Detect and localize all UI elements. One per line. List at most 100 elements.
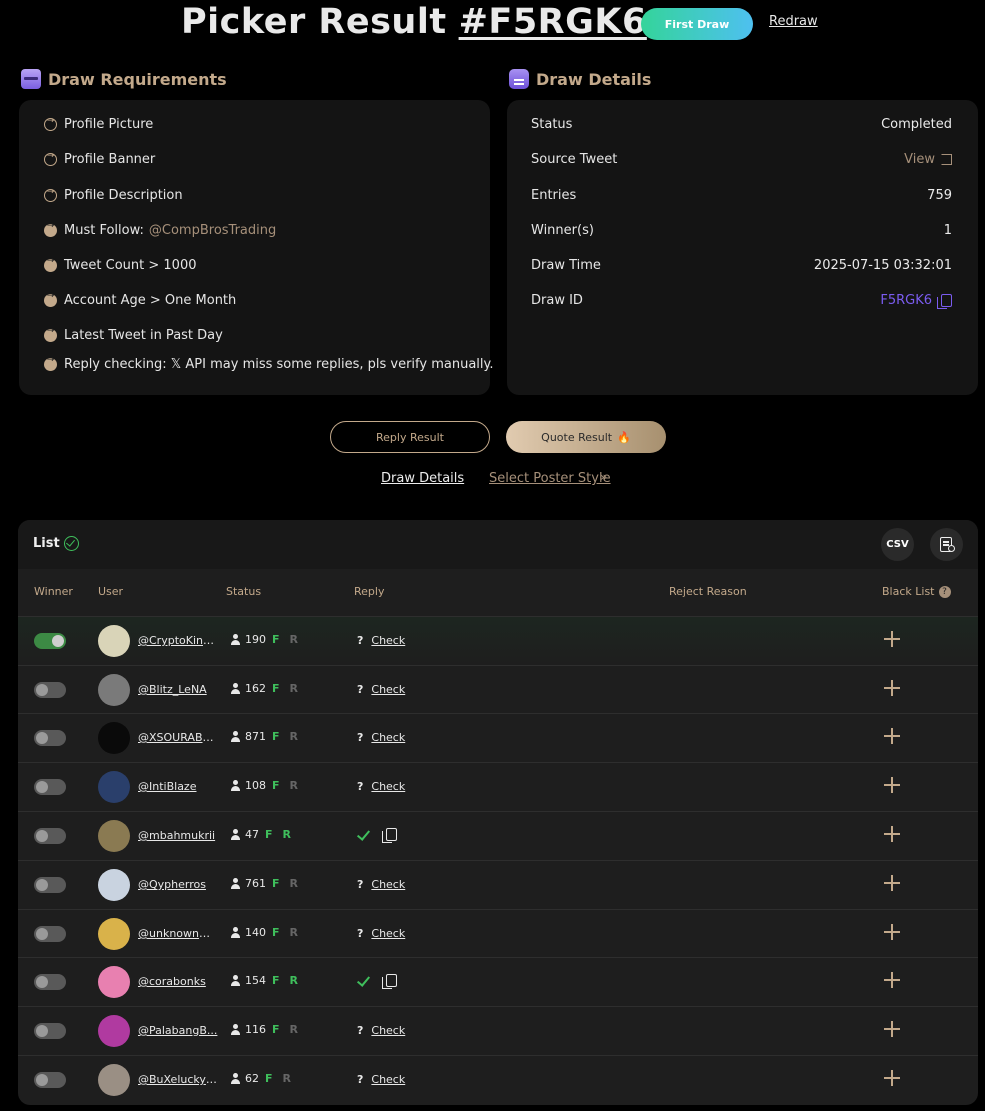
avatar	[98, 869, 130, 901]
username-link[interactable]: @BuXelucky74	[138, 1073, 218, 1086]
table-row: @IntiBlaze 108 F R? Check	[18, 762, 978, 811]
copy-icon[interactable]	[937, 294, 952, 309]
check-reply-link[interactable]: Check	[371, 780, 405, 793]
username-link[interactable]: @Qypherros	[138, 878, 218, 891]
requirement-label: Must Follow:	[64, 223, 144, 238]
gear-icon	[948, 545, 955, 552]
add-to-blacklist-plus-icon[interactable]	[884, 924, 900, 940]
detail-label: Entries	[531, 188, 577, 203]
report-settings-button[interactable]	[930, 528, 963, 561]
select-poster-style-link[interactable]: Select Poster Style	[489, 471, 611, 486]
user-icon	[230, 975, 241, 986]
draw-details-link[interactable]: Draw Details	[381, 471, 464, 486]
username-link[interactable]: @XSOURABH...	[138, 731, 218, 744]
check-icon	[356, 828, 370, 842]
help-icon[interactable]: ?	[938, 586, 951, 598]
winner-toggle[interactable]	[34, 1023, 66, 1039]
username-link[interactable]: @unknownm...	[138, 927, 218, 940]
add-to-blacklist-plus-icon[interactable]	[884, 777, 900, 793]
username-link[interactable]: @IntiBlaze	[138, 780, 218, 793]
status-cell: 162 F R	[230, 682, 298, 695]
detail-label: Winner(s)	[531, 223, 594, 238]
detail-value: 759	[927, 188, 952, 203]
requirements-heading: Draw Requirements	[21, 69, 227, 89]
column-header-status: Status	[226, 585, 262, 598]
requirement-item: Account Age > One Month	[44, 291, 237, 308]
user-icon	[230, 731, 241, 742]
redraw-link[interactable]: Redraw	[769, 14, 818, 29]
check-reply-link[interactable]: Check	[371, 927, 405, 940]
winner-toggle[interactable]	[34, 730, 66, 746]
follower-count: 62	[245, 1072, 259, 1085]
copy-icon[interactable]	[382, 974, 397, 989]
username-link[interactable]: @corabonks	[138, 975, 218, 988]
add-to-blacklist-plus-icon[interactable]	[884, 680, 900, 696]
reply-flag: R	[289, 877, 298, 890]
follower-count: 871	[245, 730, 266, 743]
user-icon	[230, 878, 241, 889]
check-reply-link[interactable]: Check	[371, 1024, 405, 1037]
add-to-blacklist-plus-icon[interactable]	[884, 972, 900, 988]
check-reply-link[interactable]: Check	[371, 878, 405, 891]
requirement-label: Account Age > One Month	[64, 293, 237, 308]
header: Picker Result #F5RGK6 First Draw Redraw	[0, 0, 985, 50]
detail-row: Draw Time 2025-07-15 03:32:01	[531, 258, 952, 273]
check-reply-link[interactable]: Check	[371, 731, 405, 744]
arrow-circle-icon	[44, 151, 57, 166]
requirement-label: Profile Banner	[64, 152, 156, 167]
detail-label: Draw Time	[531, 258, 601, 273]
winner-toggle[interactable]	[34, 926, 66, 942]
add-to-blacklist-plus-icon[interactable]	[884, 875, 900, 891]
winner-toggle[interactable]	[34, 633, 66, 649]
check-reply-link[interactable]: Check	[371, 634, 405, 647]
add-to-blacklist-plus-icon[interactable]	[884, 631, 900, 647]
list-panel: List CSV Winner User Status Reply Reject…	[18, 520, 978, 1105]
table-row: @Qypherros 761 F R? Check	[18, 860, 978, 909]
quote-result-button[interactable]: Quote Result 🔥	[506, 421, 666, 453]
column-header-user: User	[98, 585, 124, 598]
reply-result-button[interactable]: Reply Result	[330, 421, 490, 453]
winner-toggle[interactable]	[34, 974, 66, 990]
username-link[interactable]: @PalabangB...	[138, 1024, 218, 1037]
follower-count: 116	[245, 1023, 266, 1036]
add-to-blacklist-plus-icon[interactable]	[884, 1021, 900, 1037]
page-title: Picker Result #F5RGK6	[181, 2, 647, 42]
source-tweet-view-link[interactable]: View	[904, 152, 952, 167]
avatar	[98, 771, 130, 803]
reply-cell: ? Check	[357, 683, 405, 696]
status-cell: 62 F R	[230, 1072, 291, 1085]
check-icon	[356, 974, 370, 988]
requirement-label: Tweet Count > 1000	[64, 258, 197, 273]
username-link[interactable]: @CryptoKing...	[138, 634, 218, 647]
add-to-blacklist-plus-icon[interactable]	[884, 728, 900, 744]
external-link-icon	[941, 154, 952, 165]
check-reply-link[interactable]: Check	[371, 1073, 405, 1086]
winner-toggle[interactable]	[34, 682, 66, 698]
username-link[interactable]: @Blitz_LeNA	[138, 683, 218, 696]
detail-label: Source Tweet	[531, 152, 618, 167]
csv-export-button[interactable]: CSV	[881, 528, 914, 561]
requirement-item: Latest Tweet in Past Day	[44, 326, 223, 343]
username-link[interactable]: @mbahmukrii	[138, 829, 218, 842]
draw-code-link[interactable]: #F5RGK6	[459, 2, 647, 42]
must-follow-handle-link[interactable]: @CompBrosTrading	[149, 223, 276, 238]
status-cell: 108 F R	[230, 779, 298, 792]
avatar	[98, 625, 130, 657]
winner-toggle[interactable]	[34, 877, 66, 893]
follow-flag: F	[272, 926, 280, 939]
requirement-item: Tweet Count > 1000	[44, 256, 197, 273]
arrow-circle-icon	[44, 355, 57, 371]
winner-toggle[interactable]	[34, 828, 66, 844]
copy-icon[interactable]	[382, 828, 397, 843]
reply-cell: ? Check	[357, 1073, 405, 1086]
winner-toggle[interactable]	[34, 1072, 66, 1088]
detail-row: Source Tweet View	[531, 152, 952, 167]
avatar	[98, 820, 130, 852]
status-cell: 47 F R	[230, 828, 291, 841]
winner-toggle[interactable]	[34, 779, 66, 795]
check-reply-link[interactable]: Check	[371, 683, 405, 696]
add-to-blacklist-plus-icon[interactable]	[884, 1070, 900, 1086]
first-draw-button[interactable]: First Draw	[641, 8, 753, 40]
detail-row: Status Completed	[531, 117, 952, 132]
add-to-blacklist-plus-icon[interactable]	[884, 826, 900, 842]
